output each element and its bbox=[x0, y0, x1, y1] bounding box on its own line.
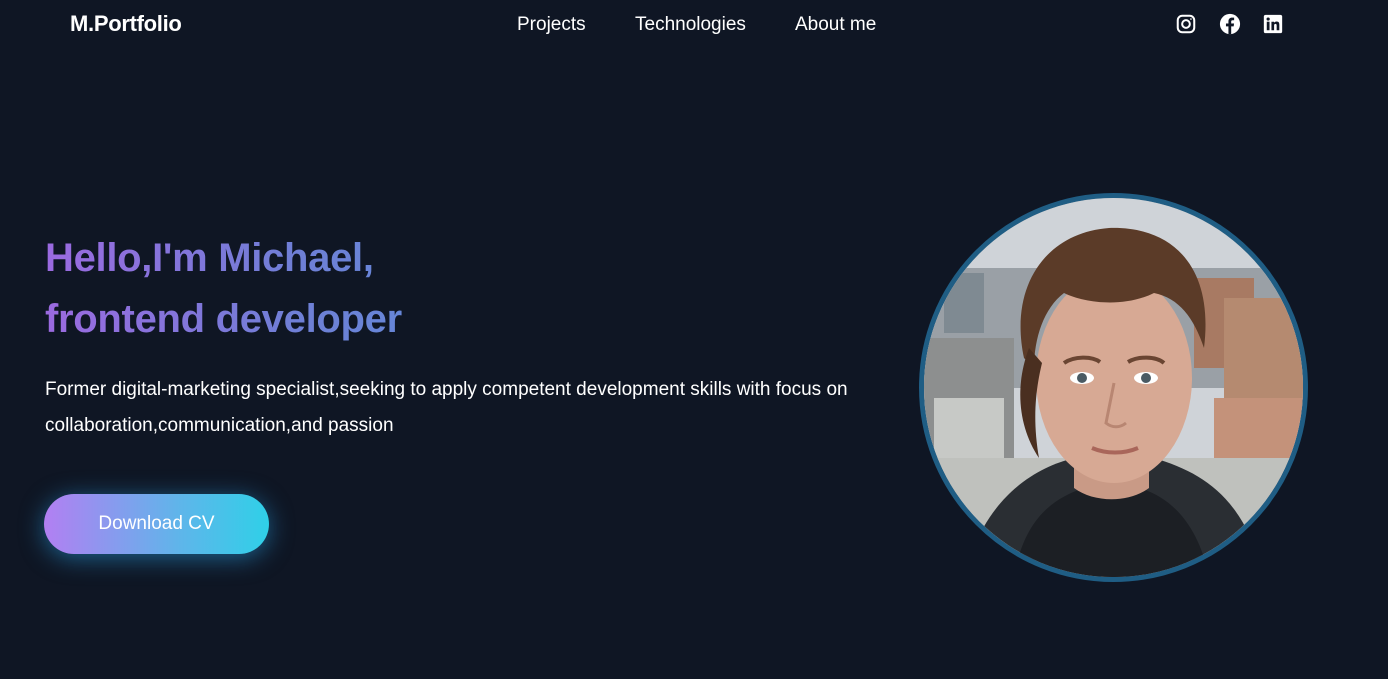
nav-link-about-me[interactable]: About me bbox=[795, 12, 876, 38]
nav-link-projects[interactable]: Projects bbox=[517, 12, 586, 38]
site-header: M.Portfolio Projects Technologies About … bbox=[0, 0, 1388, 48]
profile-photo bbox=[919, 193, 1308, 582]
linkedin-icon[interactable] bbox=[1262, 13, 1284, 35]
hero-title-line-2: frontend developer bbox=[45, 297, 402, 341]
hero-title: Hello,I'm Michael, frontend developer bbox=[45, 228, 545, 350]
nav-link-technologies[interactable]: Technologies bbox=[635, 12, 746, 38]
facebook-icon[interactable] bbox=[1219, 13, 1241, 35]
instagram-icon[interactable] bbox=[1175, 13, 1197, 35]
download-cv-button[interactable]: Download CV bbox=[44, 494, 269, 554]
hero-title-line-1: Hello,I'm Michael, bbox=[45, 236, 374, 280]
hero-description: Former digital-marketing specialist,seek… bbox=[45, 379, 848, 436]
